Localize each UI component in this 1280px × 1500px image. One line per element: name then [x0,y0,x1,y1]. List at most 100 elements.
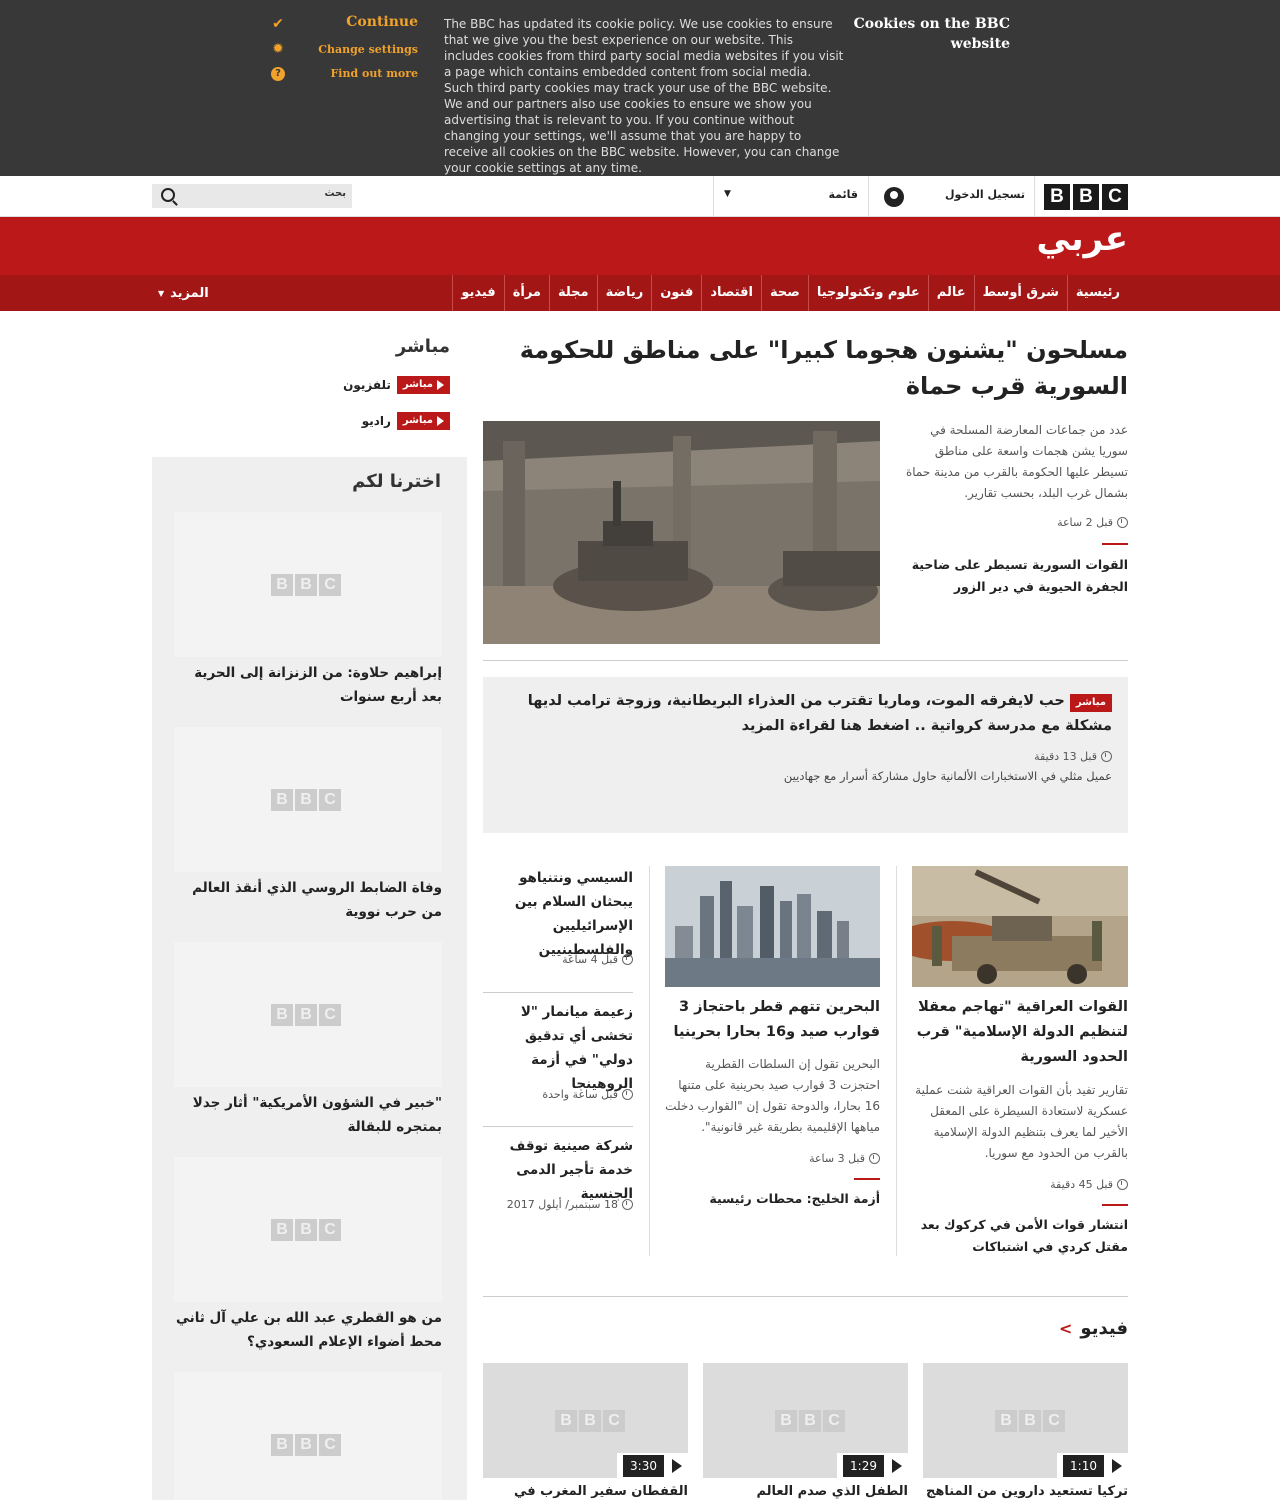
brand-title[interactable]: عربي [1000,219,1128,259]
side-story-timestamp: قبل 4 ساعة [505,953,633,966]
play-icon [1112,1458,1122,1473]
bbc-placeholder-logo: B B C [271,789,341,811]
clock-icon [622,954,633,965]
video-section-header[interactable]: فيديو < [1059,1318,1128,1339]
video-section-title: فيديو [1080,1318,1128,1339]
pick-headline[interactable]: من هو القطري عبد الله بن علي آل ثاني محط… [174,1306,442,1354]
pick-headline[interactable]: إبراهيم حلاوة: من الزنزانة إلى الحرية بع… [174,661,442,709]
live-radio-label: راديو [361,414,391,428]
divider [483,1126,633,1127]
cookie-banner: Cookies on the BBC website The BBC has u… [0,0,1280,176]
bbc-logo-letter: B [295,574,317,596]
nav-item-world[interactable]: عالم [927,275,974,311]
timestamp-text: قبل 3 ساعة [809,1152,865,1165]
bahrain-related-link[interactable]: أزمة الخليج: محطات رئيسية [665,1188,880,1210]
bbc-logo-letter: B [295,789,317,811]
live-story-card[interactable]: مباشر حب لايفرقه الموت، وماريا تقترب من … [483,677,1128,833]
video-headline[interactable]: الطفل الذي صدم العالم [703,1484,908,1499]
city-skyline-image [665,866,880,987]
divider [483,660,1128,661]
nav-more-button[interactable]: ▼ المزيد [158,286,209,301]
signin-link[interactable]: تسجيل الدخول [930,188,1025,201]
bbc-logo-letter: B [271,789,293,811]
pick-image[interactable]: B B C [174,727,442,872]
lead-image[interactable] [483,421,880,644]
pick-headline[interactable]: "خبير في الشؤون الأمريكية" أثار جدلا بمت… [174,1091,442,1139]
timestamp-text: 18 سبتمبر/ أيلول 2017 [506,1198,618,1211]
video-duration: 1:29 [843,1454,884,1477]
bbc-logo-letter: B [271,1004,293,1026]
live-story-subtext[interactable]: عميل مثلي في الاستخبارات الألمانية حاول … [512,769,1112,783]
bbc-logo-letter: B [271,1219,293,1241]
play-icon [672,1458,682,1473]
side-story-headline[interactable]: السيسي ونتنياهو يبحثان السلام بين الإسرا… [483,866,633,962]
side-story-timestamp: 18 سبتمبر/ أيلول 2017 [483,1198,633,1211]
user-icon[interactable] [884,187,904,207]
bbc-placeholder-logo: B B C [271,1434,341,1456]
pick-headline[interactable]: وفاة الضابط الروسي الذي أنقذ العالم من ح… [174,876,442,924]
chevron-down-icon[interactable]: ▼ [724,189,731,199]
video-card[interactable]: B B C 1:10 [923,1363,1128,1478]
bahrain-story-headline[interactable]: البحرين تتهم قطر باحتجاز 3 قوارب صيد و16… [665,995,880,1045]
bbc-logo[interactable]: B B C [1044,184,1128,210]
main-nav: رئيسية شرق أوسط عالم علوم وتكنولوجيا صحة… [0,275,1280,311]
divider [649,866,650,1256]
timestamp-text: قبل 13 دقيقة [1034,750,1097,763]
search-icon[interactable] [161,188,175,202]
video-headline[interactable]: تركيا تستعيد داروين من المناهج [923,1484,1128,1499]
side-story-headline[interactable]: زعيمة ميانمار "لا تخشى أي تدقيق دولي" في… [483,1000,633,1096]
iraq-story-image[interactable] [912,866,1128,987]
live-story-timestamp: قبل 13 دقيقة [1034,750,1112,763]
nav-item-arts[interactable]: فنون [651,275,701,311]
live-badge: مباشر [396,412,450,430]
clock-icon [1117,1179,1128,1190]
pick-image[interactable]: B B C [174,942,442,1087]
video-duration-bar: 1:29 [837,1453,908,1478]
video-duration: 1:10 [1063,1454,1104,1477]
nav-item-health[interactable]: صحة [761,275,808,311]
nav-item-middle-east[interactable]: شرق أوسط [973,275,1067,311]
play-icon [892,1458,902,1473]
clock-icon [1101,751,1112,762]
divider [483,992,633,993]
iraq-story-headline[interactable]: القوات العراقية "تهاجم معقلا لتنظيم الدو… [912,995,1128,1070]
bbc-placeholder-logo: B B C [271,574,341,596]
nav-item-sport[interactable]: رياضة [596,275,652,311]
continue-button[interactable]: Continue [278,14,418,30]
bbc-logo-letter: B [1044,184,1070,210]
lead-headline[interactable]: مسلحون "يشنون هجوما كبيرا" على مناطق للح… [483,332,1128,404]
red-rule [854,1178,880,1180]
bbc-logo-letter: B [295,1434,317,1456]
search-input[interactable]: بحث [152,184,352,208]
pick-image[interactable]: B B C [174,1372,442,1500]
live-tv-label: تلفزيون [343,378,391,392]
bahrain-story-image[interactable] [665,866,880,987]
live-story-headline: مباشر حب لايفرقه الموت، وماريا تقترب من … [512,689,1112,739]
live-badge-text: مباشر [402,379,433,390]
menu-button[interactable]: قائمة [800,188,858,201]
bbc-logo-letter: B [775,1410,797,1432]
live-tv-link[interactable]: مباشر تلفزيون [340,376,450,394]
timestamp-text: قبل 4 ساعة [562,953,618,966]
change-settings-link[interactable]: Change settings [278,43,418,56]
video-duration-bar: 1:10 [1057,1453,1128,1478]
nav-item-home[interactable]: رئيسية [1066,275,1128,311]
nav-item-magazine[interactable]: مجلة [548,275,597,311]
video-headline[interactable]: القفطان سفير المغرب في لندن [483,1484,688,1500]
pick-image[interactable]: B B C [174,1157,442,1302]
nav-item-video[interactable]: فيديو [452,275,503,311]
lead-related-link[interactable]: القوات السورية تسيطر على ضاحية الجفرة ال… [906,554,1128,598]
video-card[interactable]: B B C 1:29 [703,1363,908,1478]
bbc-placeholder-logo: B B C [271,1219,341,1241]
nav-item-women[interactable]: مرأة [503,275,549,311]
live-radio-link[interactable]: مباشر راديو [340,412,450,430]
pick-image[interactable]: B B C [174,512,442,657]
iraq-related-link[interactable]: انتشار قوات الأمن في كركوك بعد مقتل كردي… [912,1214,1128,1258]
divider [1034,176,1035,216]
timestamp-text: قبل 2 ساعة [1057,516,1113,529]
find-out-more-link[interactable]: Find out more [278,67,418,80]
nav-item-economy[interactable]: اقتصاد [701,275,761,311]
nav-item-science[interactable]: علوم وتكنولوجيا [807,275,928,311]
side-story-headline[interactable]: شركة صينية توقف خدمة تأجير الدمى الجنسية [483,1134,633,1206]
video-card[interactable]: B B C 3:30 [483,1363,688,1478]
